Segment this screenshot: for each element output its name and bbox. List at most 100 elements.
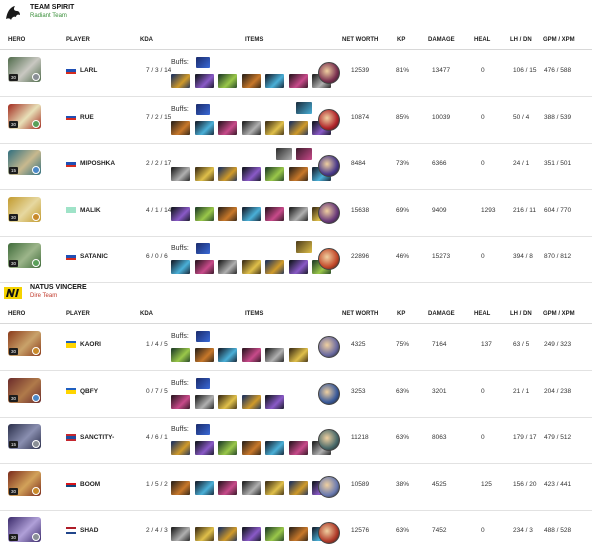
item-slot-icon[interactable] — [241, 394, 261, 409]
neutral-item-icon[interactable] — [318, 429, 340, 451]
item-slot-icon[interactable] — [194, 441, 214, 455]
item-slot-icon[interactable] — [288, 348, 308, 362]
item-slot-icon[interactable] — [171, 74, 190, 88]
player-name[interactable]: QBFY — [80, 388, 98, 395]
neutral-item-icon[interactable] — [318, 522, 340, 544]
backpack-item-icon[interactable] — [296, 101, 312, 114]
team-name[interactable]: TEAM SPIRIT — [30, 4, 74, 11]
item-slot-icon[interactable] — [218, 206, 237, 221]
hero-portrait[interactable]: 30 — [8, 103, 41, 129]
player-name[interactable]: LARL — [80, 67, 97, 74]
item-slot-icon[interactable] — [241, 480, 261, 495]
item-slot-icon[interactable] — [218, 260, 237, 274]
item-slot-icon[interactable] — [218, 167, 237, 181]
item-slot-icon[interactable] — [194, 167, 214, 181]
item-slot-icon[interactable] — [171, 120, 190, 135]
item-slot-icon[interactable] — [288, 167, 308, 181]
player-name[interactable]: KAORI — [80, 341, 101, 348]
backpack-item-icon[interactable] — [276, 148, 292, 160]
item-slot-icon[interactable] — [218, 527, 237, 541]
item-slot-icon[interactable] — [218, 348, 237, 362]
hero-portrait[interactable]: 30 — [8, 470, 41, 496]
aghanims-shard-buff-icon[interactable] — [196, 57, 210, 68]
aghanims-shard-buff-icon[interactable] — [196, 243, 210, 254]
hero-portrait[interactable]: 30 — [8, 377, 41, 403]
item-slot-icon[interactable] — [288, 527, 308, 541]
item-slot-icon[interactable] — [171, 480, 190, 495]
neutral-item-icon[interactable] — [318, 475, 340, 498]
item-slot-icon[interactable] — [194, 527, 214, 541]
column-header-damage[interactable]: DAMAGE — [428, 37, 455, 43]
item-slot-icon[interactable] — [194, 260, 214, 274]
player-name[interactable]: MIPOSHKA — [80, 160, 115, 167]
item-slot-icon[interactable] — [288, 120, 308, 135]
item-slot-icon[interactable] — [265, 480, 284, 495]
item-slot-icon[interactable] — [194, 394, 214, 409]
neutral-item-icon[interactable] — [318, 248, 340, 270]
player-name[interactable]: BOOM — [80, 481, 100, 488]
column-header-items[interactable]: ITEMS — [245, 311, 263, 317]
column-header-hero[interactable]: HERO — [8, 311, 25, 317]
item-slot-icon[interactable] — [265, 74, 284, 88]
item-slot-icon[interactable] — [171, 348, 190, 362]
item-slot-icon[interactable] — [194, 348, 214, 362]
item-slot-icon[interactable] — [171, 260, 190, 274]
backpack-item-icon[interactable] — [296, 148, 312, 160]
column-header-heal[interactable]: HEAL — [474, 311, 490, 317]
item-slot-icon[interactable] — [218, 74, 237, 88]
column-header-items[interactable]: ITEMS — [245, 37, 263, 43]
item-slot-icon[interactable] — [194, 206, 214, 221]
item-slot-icon[interactable] — [288, 206, 308, 221]
column-header-kp[interactable]: KP — [397, 37, 405, 43]
backpack-item-icon[interactable] — [296, 241, 312, 253]
item-slot-icon[interactable] — [288, 480, 308, 495]
item-slot-icon[interactable] — [194, 480, 214, 495]
column-header-networth[interactable]: NET WORTH — [342, 37, 378, 43]
item-slot-icon[interactable] — [241, 441, 261, 455]
player-name[interactable]: SHAD — [80, 527, 98, 534]
item-slot-icon[interactable] — [218, 394, 237, 409]
column-header-hero[interactable]: HERO — [8, 37, 25, 43]
neutral-item-icon[interactable] — [318, 155, 340, 177]
team-name[interactable]: NATUS VINCERE — [30, 284, 87, 291]
item-slot-icon[interactable] — [265, 260, 284, 274]
neutral-item-icon[interactable] — [318, 108, 340, 131]
player-name[interactable]: RUE — [80, 114, 94, 121]
item-slot-icon[interactable] — [218, 441, 237, 455]
column-header-gpmxpm[interactable]: GPM / XPM — [543, 37, 575, 43]
aghanims-shard-buff-icon[interactable] — [196, 377, 210, 389]
item-slot-icon[interactable] — [241, 206, 261, 221]
item-slot-icon[interactable] — [218, 480, 237, 495]
item-slot-icon[interactable] — [265, 348, 284, 362]
item-slot-icon[interactable] — [171, 441, 190, 455]
column-header-damage[interactable]: DAMAGE — [428, 311, 455, 317]
item-slot-icon[interactable] — [265, 120, 284, 135]
item-slot-icon[interactable] — [194, 74, 214, 88]
hero-portrait[interactable]: 30 — [8, 57, 41, 82]
item-slot-icon[interactable] — [265, 167, 284, 181]
item-slot-icon[interactable] — [265, 527, 284, 541]
column-header-kda[interactable]: KDA — [140, 37, 153, 43]
hero-portrait[interactable]: 15 — [8, 150, 41, 175]
neutral-item-icon[interactable] — [318, 336, 340, 358]
player-name[interactable]: SATANIC — [80, 253, 108, 260]
item-slot-icon[interactable] — [171, 394, 190, 409]
item-slot-icon[interactable] — [265, 394, 284, 409]
item-slot-icon[interactable] — [241, 527, 261, 541]
hero-portrait[interactable]: 30 — [8, 196, 41, 222]
column-header-lhdn[interactable]: LH / DN — [510, 37, 532, 43]
item-slot-icon[interactable] — [171, 527, 190, 541]
player-name[interactable]: SANCTITY- — [80, 434, 114, 441]
hero-portrait[interactable]: 30 — [8, 517, 41, 542]
item-slot-icon[interactable] — [194, 120, 214, 135]
item-slot-icon[interactable] — [288, 441, 308, 455]
item-slot-icon[interactable] — [265, 206, 284, 221]
item-slot-icon[interactable] — [241, 120, 261, 135]
aghanims-shard-buff-icon[interactable] — [196, 424, 210, 435]
player-name[interactable]: MALIK — [80, 207, 101, 214]
item-slot-icon[interactable] — [288, 74, 308, 88]
column-header-lhdn[interactable]: LH / DN — [510, 311, 532, 317]
item-slot-icon[interactable] — [241, 348, 261, 362]
hero-portrait[interactable]: 30 — [8, 243, 41, 268]
hero-portrait[interactable]: 30 — [8, 331, 41, 356]
